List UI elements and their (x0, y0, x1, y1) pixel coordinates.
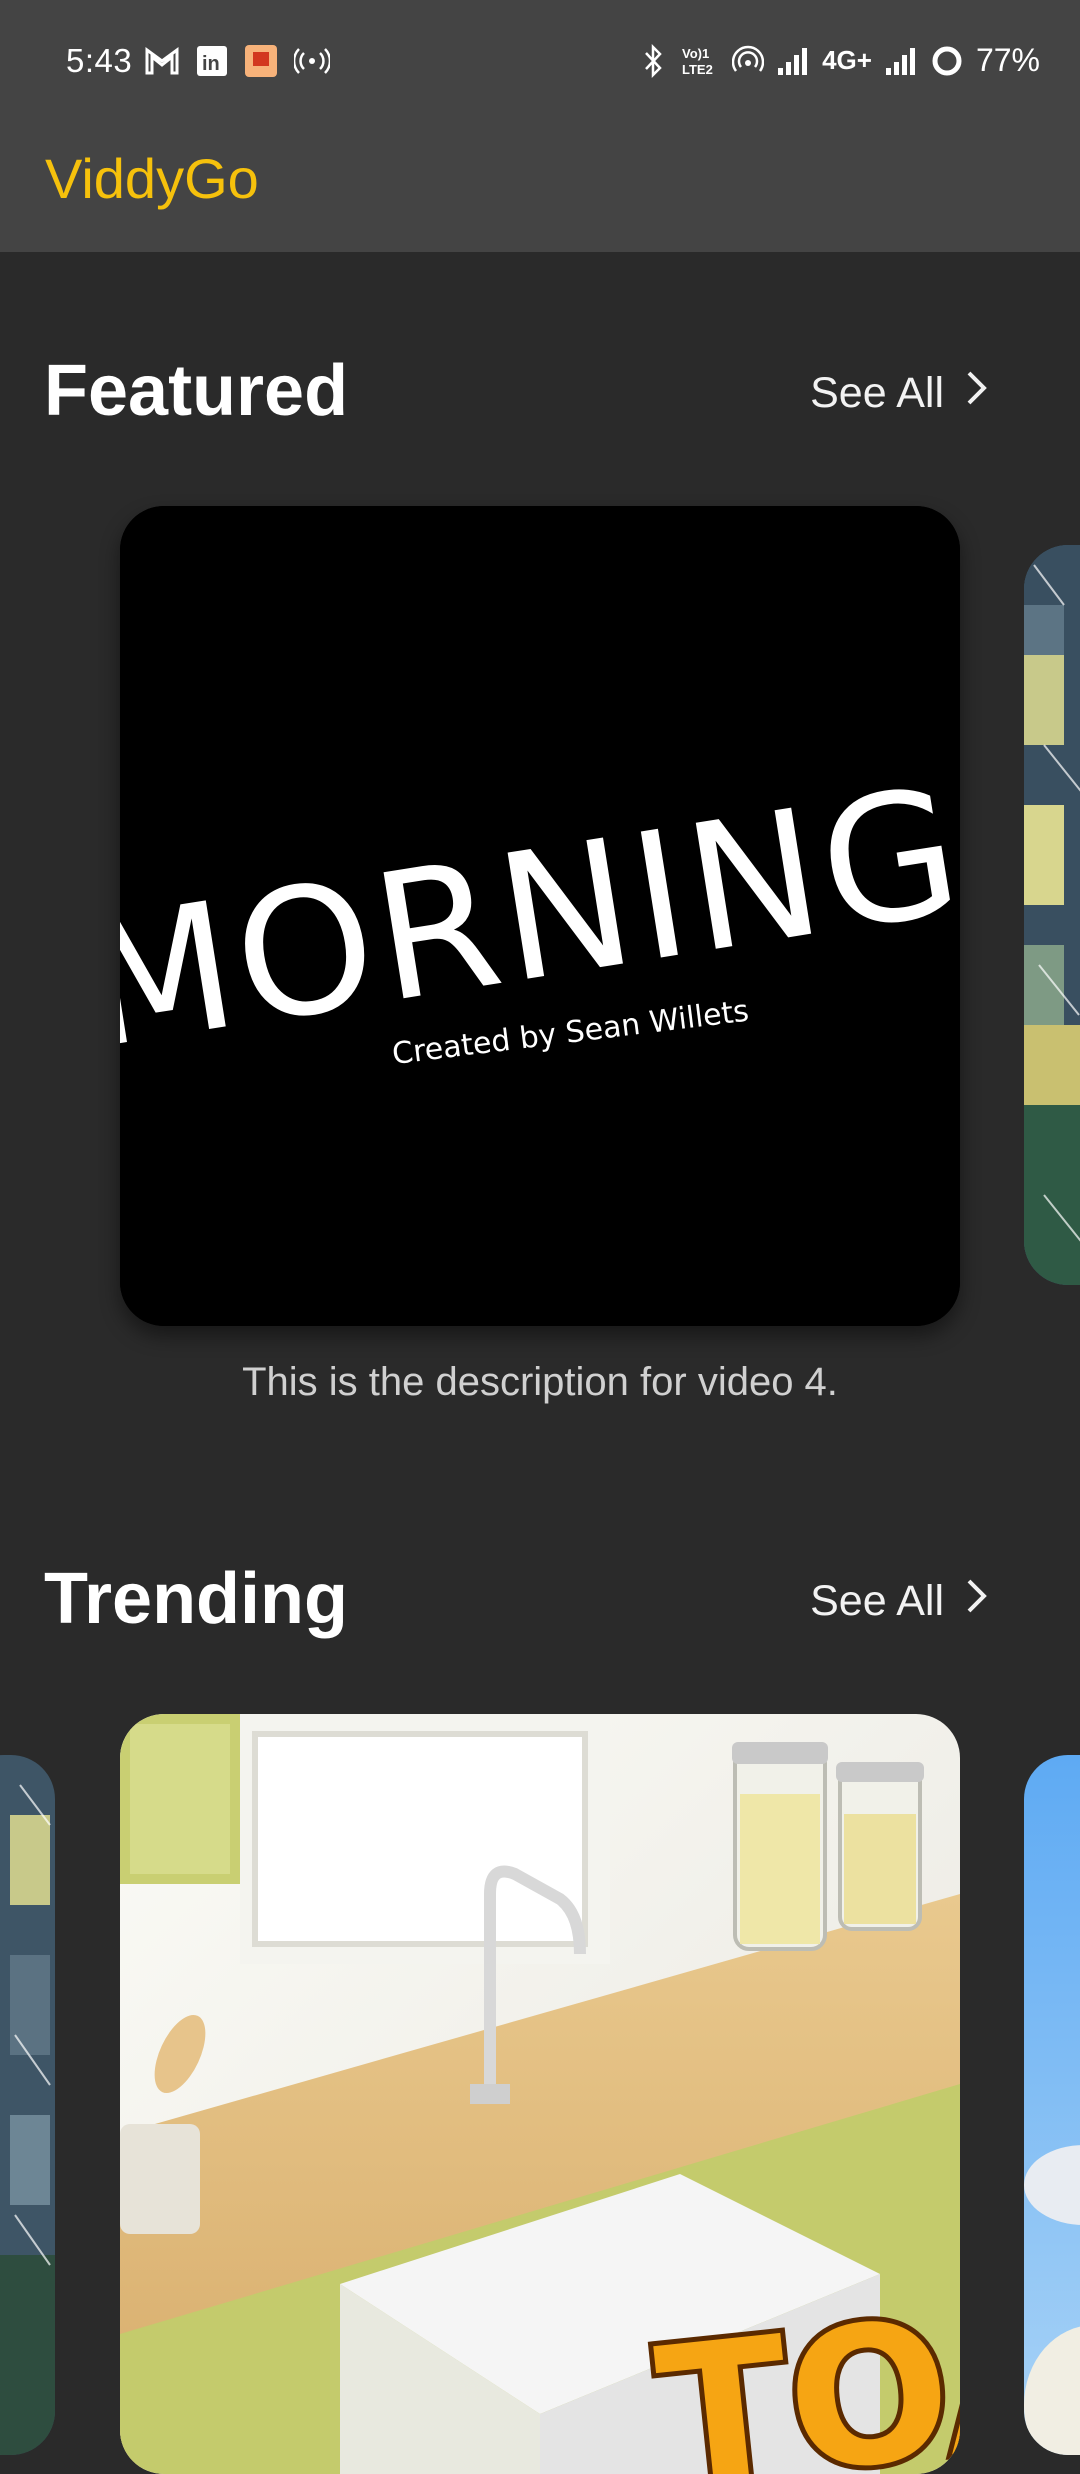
notification-icons: in (144, 44, 330, 78)
volte-icon: Vo)1 LTE2 (680, 44, 720, 78)
battery-saver-icon (930, 44, 964, 78)
linkedin-icon: in (196, 45, 228, 77)
hotspot-icon (294, 46, 330, 76)
app-bar: ViddyGo (0, 126, 1080, 252)
signal-icon (776, 46, 810, 76)
status-time: 5:43 (66, 42, 133, 79)
wifi-calling-icon (732, 45, 765, 77)
battery-percentage: 77% (975, 42, 1040, 78)
see-all-label: See All (810, 1577, 944, 1625)
video-thumbnail: MORNING Created by Sean Willets (120, 506, 960, 1326)
signal-icon (884, 46, 918, 76)
video-thumbnail (1024, 1755, 1080, 2455)
bluetooth-icon (638, 43, 668, 78)
see-all-label: See All (810, 369, 944, 417)
trending-video-card[interactable]: TOA (120, 1714, 960, 2474)
network-4g-icon: 4G+ (822, 45, 872, 75)
system-status-icons: Vo)1 LTE2 4G+ 77% (638, 42, 1040, 79)
trending-next-card[interactable] (1024, 1755, 1080, 2455)
featured-see-all-button[interactable]: See All (810, 368, 990, 419)
app-notification-icon (244, 44, 278, 78)
trending-section-title: Trending (44, 1559, 348, 1639)
svg-text:Vo)1: Vo)1 (682, 46, 709, 61)
featured-video-description: This is the description for video 4. (242, 1360, 838, 1404)
video-thumbnail: TOA (120, 1714, 960, 2474)
featured-section-title: Featured (44, 351, 349, 431)
trending-see-all-button[interactable]: See All (810, 1576, 990, 1627)
svg-text:in: in (202, 53, 220, 75)
featured-video-card[interactable]: MORNING Created by Sean Willets (120, 506, 960, 1326)
chevron-right-icon (964, 1576, 990, 1627)
video-thumbnail (0, 1755, 55, 2455)
gmail-icon (144, 46, 180, 76)
app-title: ViddyGo (45, 147, 259, 210)
trending-previous-card[interactable] (0, 1755, 55, 2455)
video-thumbnail (1024, 545, 1080, 1285)
featured-next-card[interactable] (1024, 545, 1080, 1285)
svg-text:LTE2: LTE2 (682, 62, 713, 77)
chevron-right-icon (964, 368, 990, 419)
status-bar: 5:43 in Vo)1 LTE2 4G+ 77% (0, 0, 1080, 126)
